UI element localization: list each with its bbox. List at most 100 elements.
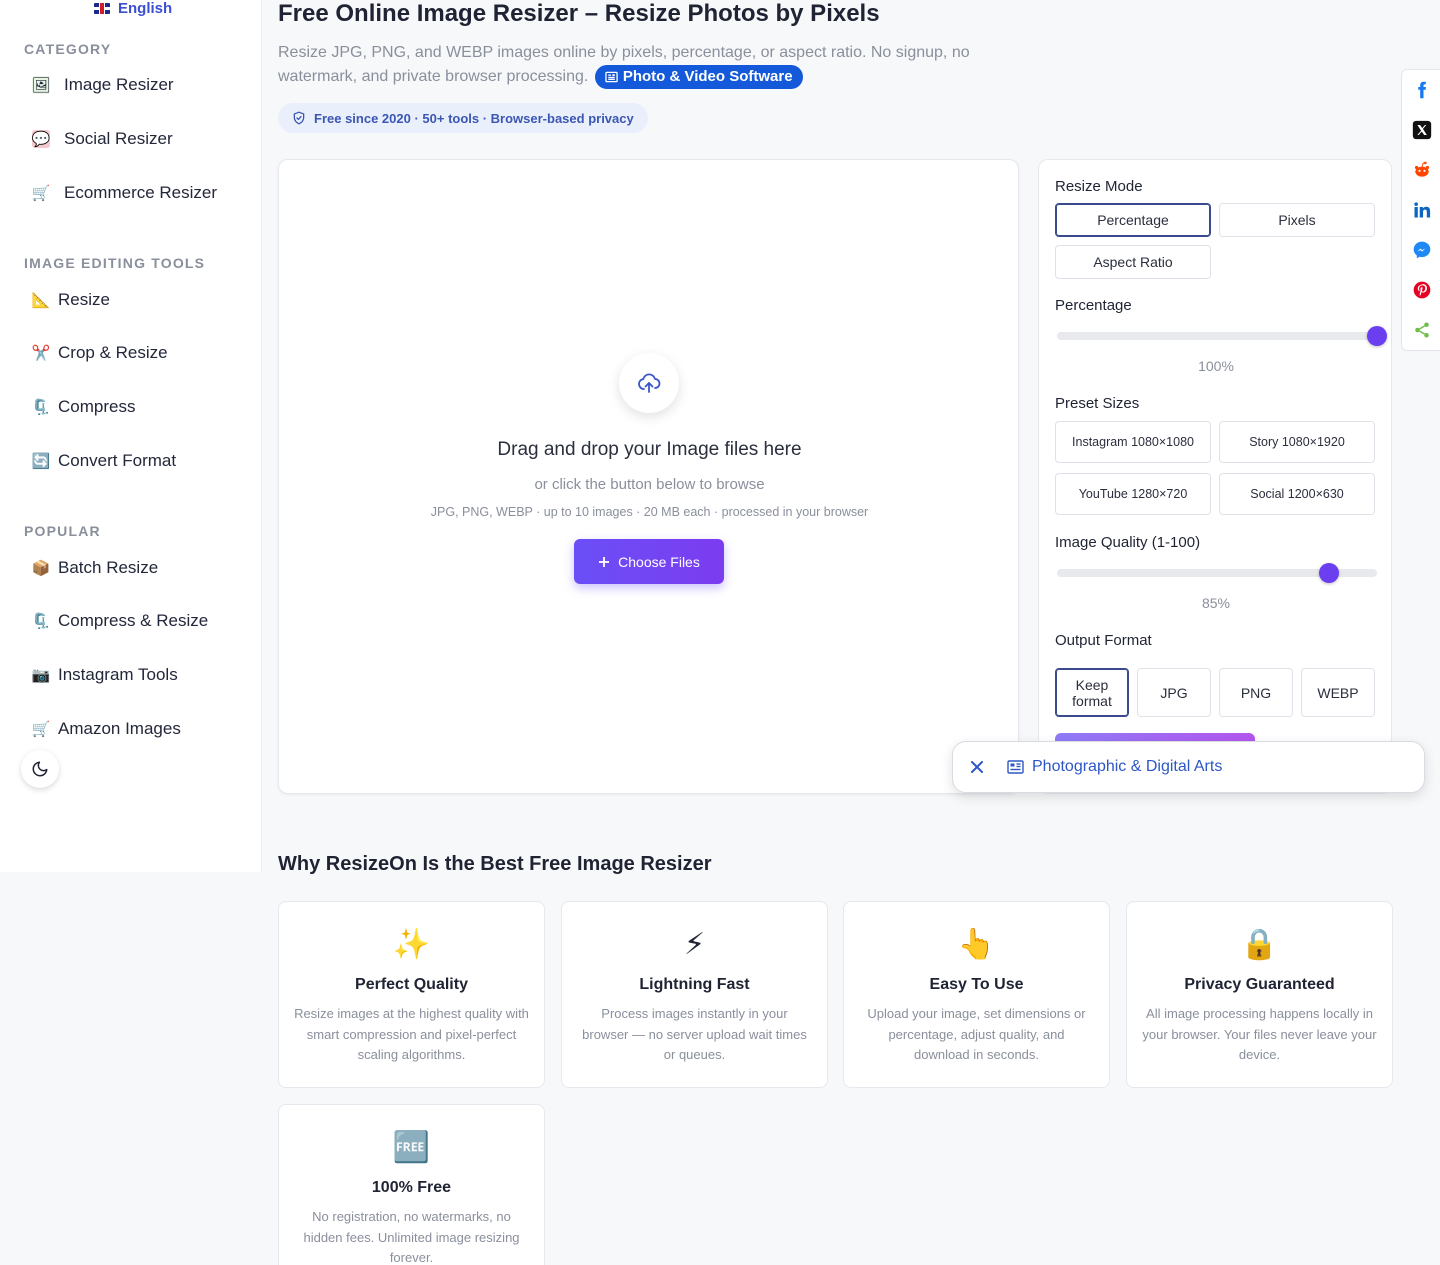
facebook-icon — [1418, 81, 1426, 99]
mode-aspect-ratio-button[interactable]: Aspect Ratio — [1055, 245, 1211, 279]
preset-social-button[interactable]: Social 1200×630 — [1219, 473, 1375, 515]
toast-close-button[interactable] — [953, 760, 1001, 774]
cart-icon: 🛒 — [31, 185, 51, 202]
mode-percentage-button[interactable]: Percentage — [1055, 203, 1211, 237]
format-png-button[interactable]: PNG — [1219, 668, 1293, 717]
percentage-value: 100% — [1198, 358, 1234, 374]
plus-icon — [599, 556, 610, 567]
scissors-icon: ✂️ — [31, 345, 51, 362]
toast-link[interactable]: Photographic & Digital Arts — [1007, 758, 1222, 776]
cart-icon: 🛒 — [31, 721, 51, 738]
section-title-popular: POPULAR — [24, 523, 101, 539]
linkedin-icon — [1414, 202, 1431, 218]
newspaper-icon — [605, 71, 618, 83]
pinterest-icon — [1413, 281, 1431, 299]
quality-slider[interactable] — [1057, 563, 1377, 583]
settings-panel: Resize Mode Percentage Pixels Aspect Rat… — [1038, 159, 1392, 794]
lightning-icon: ⚡ — [683, 928, 706, 961]
quality-label: Image Quality (1-100) — [1055, 534, 1201, 551]
category-pill[interactable]: Photo & Video Software — [594, 65, 803, 89]
feature-card: ✨ Perfect Quality Resize images at the h… — [278, 901, 545, 1088]
format-webp-button[interactable]: WEBP — [1301, 668, 1375, 717]
sidebar-item-label: Crop & Resize — [58, 343, 168, 362]
sidebar-item-crop-resize[interactable]: ✂️ Crop & Resize — [32, 341, 168, 365]
choose-files-button[interactable]: Choose Files — [574, 539, 724, 584]
sidebar-item-compress[interactable]: 🗜️ Compress — [31, 395, 136, 419]
sidebar-item-resize[interactable]: 📐 Resize — [32, 288, 110, 312]
features-heading: Why ResizeOn Is the Best Free Image Resi… — [278, 853, 712, 875]
clamp-icon: 🗜️ — [31, 613, 51, 630]
percentage-label: Percentage — [1055, 297, 1132, 314]
feature-card: 🔒 Privacy Guaranteed All image processin… — [1126, 901, 1393, 1088]
choose-files-label: Choose Files — [618, 553, 700, 570]
x-share-button[interactable] — [1402, 110, 1440, 150]
category-pill-label: Photo & Video Software — [622, 68, 793, 85]
reddit-share-button[interactable] — [1402, 150, 1440, 190]
messenger-share-button[interactable] — [1402, 230, 1440, 270]
sidebar-item-image-resizer[interactable]: 🖼 Image Resizer — [31, 73, 174, 97]
sidebar: English CATEGORY 🖼 Image Resizer 💬 Socia… — [0, 0, 262, 872]
quality-slider-thumb[interactable] — [1318, 563, 1339, 583]
percentage-slider-thumb[interactable] — [1367, 326, 1387, 346]
sparkles-icon: ✨ — [392, 928, 431, 961]
linkedin-share-button[interactable] — [1402, 190, 1440, 230]
sidebar-item-social-resizer[interactable]: 💬 Social Resizer — [32, 127, 173, 151]
preset-story-button[interactable]: Story 1080×1920 — [1219, 421, 1375, 463]
preset-youtube-button[interactable]: YouTube 1280×720 — [1055, 473, 1211, 515]
mode-pixels-button[interactable]: Pixels — [1219, 203, 1375, 237]
preset-instagram-button[interactable]: Instagram 1080×1080 — [1055, 421, 1211, 463]
language-selector[interactable]: English — [94, 0, 173, 17]
trust-badge: Free since 2020 · 50+ tools · Browser-ba… — [278, 103, 648, 133]
sidebar-item-instagram-tools[interactable]: 📷 Instagram Tools — [32, 663, 178, 687]
feature-card: 🆓 100% Free No registration, no watermar… — [278, 1104, 545, 1265]
upload-title: Drag and drop your Image files here — [497, 439, 802, 460]
percentage-slider[interactable] — [1057, 326, 1387, 346]
sidebar-item-label: Image Resizer — [64, 75, 174, 94]
sidebar-item-label: Resize — [58, 290, 110, 309]
sidebar-item-label: Compress & Resize — [58, 611, 209, 630]
close-icon — [971, 761, 983, 773]
lock-icon: 🔒 — [1240, 928, 1279, 961]
format-keep-button[interactable]: Keep format — [1055, 668, 1129, 717]
output-format-label: Output Format — [1055, 632, 1152, 649]
feature-title: Easy To Use — [929, 976, 1024, 993]
preset-sizes-label: Preset Sizes — [1055, 395, 1140, 412]
share-bar — [1401, 69, 1440, 351]
feature-title: 100% Free — [371, 1179, 452, 1196]
image-icon: 🖼 — [31, 76, 51, 94]
toast-label: Photographic & Digital Arts — [1032, 758, 1223, 775]
language-label: English — [118, 0, 173, 17]
sidebar-item-ecommerce-resizer[interactable]: 🛒 Ecommerce Resizer — [32, 181, 217, 205]
feature-title: Privacy Guaranteed — [1184, 976, 1335, 993]
upload-subtitle: or click the button below to browse — [534, 476, 765, 493]
upload-dropzone[interactable]: Drag and drop your Image files here or c… — [278, 159, 1019, 794]
ruler-icon: 📐 — [31, 292, 51, 309]
upload-icon-wrapper — [619, 353, 679, 413]
uk-flag-icon — [94, 2, 110, 14]
feature-description: Resize images at the highest quality wit… — [294, 1006, 529, 1062]
sidebar-item-label: Convert Format — [58, 451, 177, 470]
sidebar-item-amazon-images[interactable]: 🛒 Amazon Images — [32, 717, 181, 741]
convert-icon: 🔄 — [31, 453, 51, 470]
quality-value: 85% — [1201, 595, 1231, 611]
sidebar-item-batch-resize[interactable]: 📦 Batch Resize — [32, 556, 159, 580]
reddit-icon — [1414, 161, 1430, 177]
sidebar-item-label: Ecommerce Resizer — [64, 183, 218, 202]
facebook-share-button[interactable] — [1402, 70, 1440, 110]
trust-badge-text: Free since 2020 · 50+ tools · Browser-ba… — [314, 110, 634, 126]
camera-icon: 📷 — [31, 667, 51, 684]
sidebar-item-convert-format[interactable]: 🔄 Convert Format — [32, 449, 176, 473]
resize-mode-label: Resize Mode — [1055, 178, 1143, 195]
sidebar-item-compress-resize[interactable]: 🗜️ Compress & Resize — [31, 609, 209, 633]
section-title-category: CATEGORY — [24, 41, 112, 57]
page-description: Resize JPG, PNG, and WEBP images online … — [278, 41, 998, 89]
feature-title: Perfect Quality — [355, 976, 468, 993]
pinterest-share-button[interactable] — [1402, 270, 1440, 310]
section-title-editing: IMAGE EDITING TOOLS — [24, 255, 206, 271]
category-toast: Photographic & Digital Arts — [952, 741, 1425, 793]
dark-mode-toggle[interactable] — [21, 750, 59, 788]
generic-share-button[interactable] — [1402, 310, 1440, 350]
feature-description: Upload your image, set dimensions or per… — [867, 1006, 1086, 1062]
format-jpg-button[interactable]: JPG — [1137, 668, 1211, 717]
clamp-icon: 🗜️ — [31, 399, 51, 416]
